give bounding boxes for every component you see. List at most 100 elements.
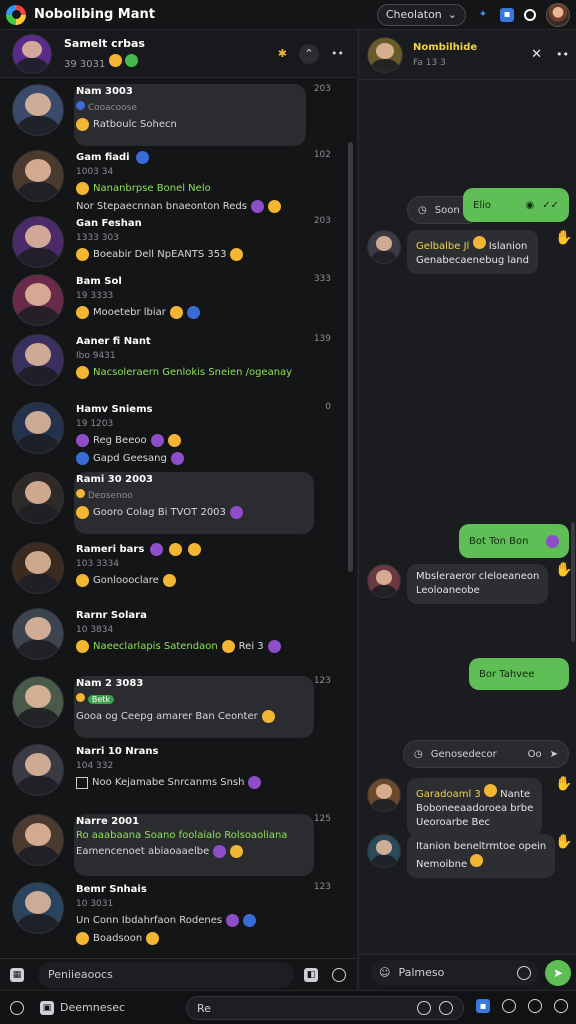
contact-subtitle: 104 332: [76, 761, 114, 771]
avatar: [367, 564, 401, 598]
timestamp: 139: [313, 334, 331, 344]
incoming-message[interactable]: Gelbalbe Jl Islanion Genabecaenebug land: [367, 230, 538, 274]
outgoing-message[interactable]: Elio ◉ ✓✓: [463, 188, 569, 222]
incoming-message[interactable]: Itanion beneltrmtoe opein Nemoibne: [367, 834, 556, 878]
list-item[interactable]: Narri 10 Nrans 104 332 Noo Kejamabe Snrc…: [12, 744, 337, 796]
last-message: Gooro Colag Bi TVOT 2003: [76, 506, 331, 519]
list-item[interactable]: Bemr Snhais 10 3031 Un Conn Ibdahrfaon R…: [12, 882, 337, 945]
grid-icon[interactable]: ▦: [10, 967, 24, 982]
attach-icon[interactable]: [517, 965, 531, 980]
contact-subtitle-text: Deosenoo: [87, 491, 133, 501]
last-message-text: Noo Kejamabe Snrcanms Snsh: [92, 777, 245, 788]
outgoing-message[interactable]: Bot Ton Bon: [459, 524, 569, 558]
system-message-text: Soon: [434, 204, 460, 216]
emoji-icon: [230, 248, 244, 261]
contact-subtitle: Ro aaabaana Soano foolaialo Rolsoaoliana: [76, 830, 331, 841]
last-message-text: Eamencenoet abiaoaaelbe: [76, 846, 210, 857]
attachment-icon[interactable]: ◧: [304, 967, 318, 982]
emoji-icon: [76, 506, 89, 519]
last-message: Nacsoleraern Genlokis Sneien /ogeanay: [76, 366, 331, 379]
contact-subtitle: 103 3334: [76, 559, 119, 569]
list-item[interactable]: Bam Sol 19 3333 Mooetebr lbiar 333: [12, 274, 337, 326]
avatar: [12, 33, 52, 74]
message-text: Ueoroarbe Bec: [416, 817, 491, 828]
send-button[interactable]: ➤: [545, 959, 571, 986]
list-item[interactable]: Rarnr Solara 10 3834 Naeeclarlapis Saten…: [12, 608, 337, 660]
left-compose-input[interactable]: Peniieaoocs: [38, 961, 294, 988]
message-list: ◷ Soon Elio ◉ ✓✓ Gelbalbe Jl Islanion Gen…: [359, 82, 576, 950]
top-bar: Nobolibing Mant Cheolaton ⌄ ✦ ▪: [0, 0, 576, 30]
list-item[interactable]: Aaner fi Nant Ibo 9431 Nacsoleraern Genl…: [12, 334, 337, 386]
message-text: Boboneeaadoroea brbe: [416, 803, 534, 814]
more-icon[interactable]: ••: [556, 48, 569, 61]
system-message: ◷ Genosedecor Oo ➤: [403, 740, 569, 768]
message-text: Elio: [473, 199, 491, 211]
emoji-icon: [76, 182, 89, 195]
emoji-icon: [213, 845, 227, 858]
minus-icon[interactable]: [417, 1001, 431, 1015]
window-icon[interactable]: ▪: [476, 999, 490, 1013]
conversation-list: Nam 3003 Cooacoose Ratboulc Sohecn 203 G…: [0, 80, 346, 956]
reaction-icon[interactable]: ✋: [555, 230, 572, 246]
emoji-icon: [124, 54, 138, 67]
list-item[interactable]: Nam 3003 Cooacoose Ratboulc Sohecn 203: [12, 84, 337, 146]
emoji-icon: [186, 306, 200, 319]
status-dropdown[interactable]: Cheolaton ⌄: [376, 3, 466, 26]
collapse-button[interactable]: ⌃: [299, 43, 320, 64]
scrollbar[interactable]: [571, 522, 575, 642]
emoji-icon: [146, 932, 160, 945]
more-icon[interactable]: ••: [331, 47, 344, 60]
avatar: [12, 216, 64, 268]
group-icon[interactable]: ▣: [40, 1000, 54, 1015]
outgoing-message[interactable]: Bor Tahvee: [469, 658, 569, 690]
bolt-icon[interactable]: ✦: [476, 8, 490, 22]
avatar: [367, 230, 401, 264]
contact-subtitle: 10 3031: [76, 899, 114, 909]
avatar[interactable]: [367, 36, 403, 73]
list-item[interactable]: Gan Feshan 1333 303 Boeabir Dell NpEANTS…: [12, 216, 337, 268]
timestamp: 203: [313, 216, 331, 226]
bottom-left-label[interactable]: Deemnesec: [60, 1001, 125, 1014]
list-item[interactable]: Narre 2001 Ro aaabaana Soano foolaialo R…: [12, 814, 337, 876]
close-icon[interactable]: ✕: [531, 47, 542, 62]
window-icon[interactable]: ▪: [500, 7, 514, 22]
pinned-conversation[interactable]: Samelt crbas 39 3031 ✱ ⌃ ••: [0, 30, 356, 78]
reaction-icon[interactable]: ✋: [555, 562, 572, 578]
clock-icon[interactable]: [502, 999, 516, 1013]
list-item[interactable]: Rameri bars 103 3334 Gonloooclare: [12, 542, 337, 594]
last-message-extra: Rei 3: [238, 641, 264, 652]
bottom-search-input[interactable]: Re: [186, 996, 464, 1020]
emoji-picker-icon[interactable]: ☺: [379, 966, 390, 979]
user-avatar[interactable]: [546, 2, 570, 27]
last-message-text: Nananbrpse Bonel Nelo: [93, 183, 211, 194]
list-item[interactable]: Rami 30 2003 Deosenoo Gooro Colag Bi TVO…: [12, 472, 337, 534]
message-input[interactable]: ☺ Palmeso: [371, 959, 539, 986]
list-item[interactable]: Nam 2 3083 Betk Gooa og Ceepg amarer Ban…: [12, 676, 337, 738]
contact-subtitle: Betk: [76, 693, 331, 705]
pinned-name: Samelt crbas: [64, 37, 145, 50]
last-message-text: Nor Stepaecnnan bnaeonton Reds: [76, 201, 247, 212]
reaction-icon[interactable]: ✋: [555, 834, 572, 850]
record-icon[interactable]: [524, 8, 536, 21]
incoming-message[interactable]: Mbsleraeror cleloeaneon Leoloaneobe: [367, 564, 549, 604]
settings-icon[interactable]: [554, 999, 568, 1013]
contact-badge: Betk: [87, 695, 115, 704]
list-item[interactable]: Hamv Sniems 19 1203 Reg Beeoo Gapd Geesa…: [12, 402, 337, 465]
emoji-picker-icon[interactable]: [332, 967, 346, 982]
emoji-icon: [76, 489, 85, 498]
emoji-icon: [162, 574, 176, 587]
emoji-icon[interactable]: [528, 999, 542, 1013]
avatar: [12, 542, 64, 594]
emoji-icon: [546, 534, 559, 548]
emoji-icon: [169, 542, 183, 556]
help-icon[interactable]: [10, 1000, 24, 1015]
last-message: Nananbrpse Bonel Nelo: [76, 182, 331, 195]
conversation-panel: Samelt crbas 39 3031 ✱ ⌃ •• Nam 3003 Coo…: [0, 30, 356, 958]
reaction-icon[interactable]: ✋: [555, 776, 572, 792]
pin-icon[interactable]: ✱: [278, 47, 287, 60]
incoming-message[interactable]: Garadoaml 3 Nante Boboneeaadoroea brbe U…: [367, 778, 543, 836]
last-message: Gonloooclare: [76, 574, 331, 587]
scrollbar[interactable]: [348, 142, 353, 572]
list-item[interactable]: Gam fiadi 1003 34 Nananbrpse Bonel Nelo …: [12, 150, 337, 213]
refresh-icon[interactable]: [439, 1001, 453, 1015]
